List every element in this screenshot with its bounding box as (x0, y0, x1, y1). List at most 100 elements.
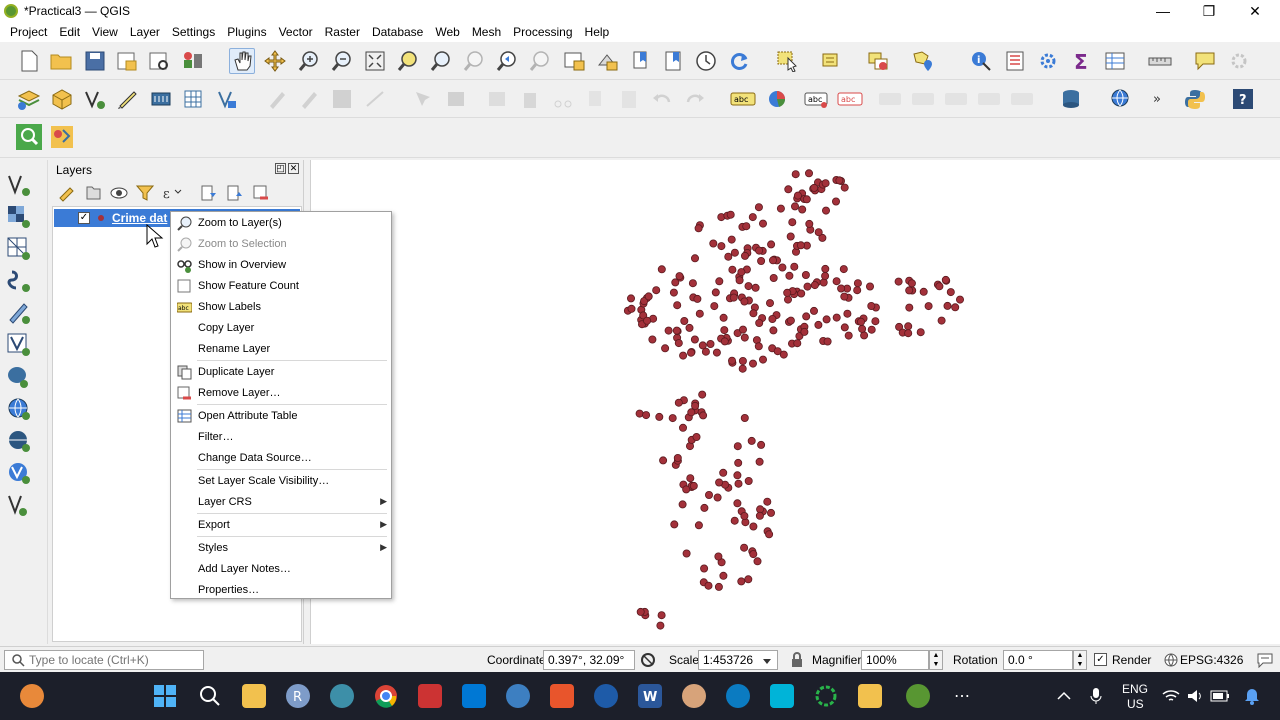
new-shapefile-layer-icon[interactable] (82, 86, 108, 112)
menu-show-labels[interactable]: abc Show Labels (171, 297, 391, 318)
menu-filter[interactable]: Filter… (171, 427, 391, 448)
menu-show-feature-count[interactable]: Show Feature Count (171, 276, 391, 297)
app-launcher-icon[interactable] (20, 684, 44, 708)
crs-button[interactable]: EPSG:4326 (1180, 653, 1243, 667)
browser-app-icon[interactable] (594, 684, 618, 708)
show-layout-manager-button[interactable] (146, 48, 172, 74)
microsoft-store-icon[interactable] (462, 684, 486, 708)
qgis-taskbar-icon[interactable] (906, 684, 930, 708)
menu-properties[interactable]: Properties… (171, 580, 391, 601)
edge-icon[interactable] (726, 684, 750, 708)
zoom-full-icon[interactable] (362, 48, 388, 74)
search-icon[interactable] (198, 684, 222, 708)
pan-to-selection-icon[interactable] (262, 48, 288, 74)
new-mesh-layer-icon[interactable] (214, 86, 240, 112)
menu-copy-layer[interactable]: Copy Layer (171, 318, 391, 339)
menu-project[interactable]: Project (4, 22, 53, 42)
new-print-layout-button[interactable] (114, 48, 140, 74)
menu-vector[interactable]: Vector (273, 22, 319, 42)
screen-app-icon[interactable] (770, 684, 794, 708)
maximize-button[interactable]: ❐ (1186, 0, 1232, 22)
add-spatialite-layer-icon[interactable] (6, 332, 32, 358)
menu-export[interactable]: Export ▶ (171, 515, 391, 536)
menu-change-data-source[interactable]: Change Data Source… (171, 448, 391, 469)
menu-web[interactable]: Web (429, 22, 465, 42)
metasearch-icon[interactable] (1108, 86, 1134, 112)
new-spatialite-layer-icon[interactable] (181, 86, 207, 112)
add-wms-layer-icon[interactable] (6, 396, 32, 422)
python-console-icon[interactable] (1182, 86, 1208, 112)
messages-icon[interactable] (1256, 652, 1274, 668)
menu-settings[interactable]: Settings (166, 22, 221, 42)
deselect-features-icon[interactable] (865, 48, 891, 74)
rotation-field[interactable]: 0.0 ° (1003, 650, 1073, 670)
lock-icon[interactable] (790, 652, 804, 668)
select-by-value-icon[interactable] (818, 48, 844, 74)
edge-news-icon[interactable] (418, 684, 442, 708)
close-button[interactable]: ✕ (1232, 0, 1278, 22)
pan-map-icon[interactable] (229, 48, 255, 74)
menu-add-layer-notes[interactable]: Add Layer Notes… (171, 559, 391, 580)
refresh-icon[interactable] (726, 48, 752, 74)
add-vector-layer-icon[interactable] (6, 172, 32, 198)
menu-rename-layer[interactable]: Rename Layer (171, 339, 391, 360)
menu-view[interactable]: View (86, 22, 124, 42)
new-spatial-bookmark-icon[interactable] (628, 48, 654, 74)
menu-remove-layer[interactable]: Remove Layer… (171, 383, 391, 404)
filter-expression-icon[interactable]: ε (162, 184, 182, 202)
notifications-bell-icon[interactable] (1244, 687, 1260, 705)
new-temporary-scratch-layer-icon[interactable] (115, 86, 141, 112)
menu-plugins[interactable]: Plugins (221, 22, 272, 42)
toggle-extents-icon[interactable] (640, 652, 656, 668)
processing-toolbox-icon[interactable] (1035, 48, 1061, 74)
language-indicator-bottom[interactable]: US (1127, 697, 1144, 711)
highlight-pinned-labels-icon[interactable]: abc (804, 86, 830, 112)
chevron-up-icon[interactable] (1056, 688, 1072, 704)
float-panel-icon[interactable]: ◰ (275, 163, 286, 174)
open-field-calculator-icon[interactable] (1002, 48, 1028, 74)
locator-bar[interactable] (4, 650, 204, 670)
save-project-button[interactable] (82, 48, 108, 74)
menu-open-attribute-table[interactable]: Open Attribute Table (171, 406, 391, 427)
globe-app-icon[interactable] (506, 684, 530, 708)
new-3d-map-view-icon[interactable] (594, 48, 620, 74)
coordinate-field[interactable]: 0.397°, 32.09° (543, 650, 635, 670)
menu-layer[interactable]: Layer (124, 22, 166, 42)
menu-layer-crs[interactable]: Layer CRS ▶ (171, 492, 391, 513)
collapse-all-icon[interactable] (226, 184, 244, 202)
identify-features-icon[interactable]: i (968, 48, 994, 74)
db-manager-icon[interactable] (1058, 86, 1084, 112)
add-group-icon[interactable] (84, 184, 102, 202)
toolbar-overflow-icon[interactable]: » (1146, 86, 1172, 112)
heatmap-plugin-icon[interactable] (49, 124, 75, 150)
menu-database[interactable]: Database (366, 22, 429, 42)
manage-map-themes-icon[interactable] (110, 184, 128, 202)
open-project-button[interactable] (48, 48, 74, 74)
zoom-in-icon[interactable] (296, 48, 322, 74)
more-apps-icon[interactable]: ⋯ (954, 686, 970, 706)
new-virtual-layer-icon[interactable] (148, 86, 174, 112)
toggle-label-display-icon[interactable]: abc (837, 86, 863, 112)
wifi-icon[interactable] (1162, 688, 1180, 704)
select-features-icon[interactable] (775, 48, 801, 74)
word-icon[interactable]: W (638, 684, 662, 708)
r-app-icon[interactable]: R (286, 684, 310, 708)
style-manager-button[interactable] (180, 48, 206, 74)
file-explorer-icon[interactable] (242, 684, 266, 708)
add-virtual-layer-icon[interactable] (6, 492, 32, 518)
help-icon[interactable]: ? (1230, 86, 1256, 112)
new-project-button[interactable] (16, 48, 42, 74)
menu-duplicate-layer[interactable]: Duplicate Layer (171, 362, 391, 383)
close-panel-icon[interactable]: ✕ (288, 163, 299, 174)
battery-icon[interactable] (1210, 689, 1230, 703)
magnifier-spinner[interactable]: ▲ ▼ (929, 650, 943, 670)
attribute-table-icon[interactable] (1102, 48, 1128, 74)
start-button-icon[interactable] (153, 684, 177, 708)
add-wfs-layer-icon[interactable] (6, 460, 32, 486)
measure-line-icon[interactable] (1147, 48, 1173, 74)
menu-set-layer-scale-visibility[interactable]: Set Layer Scale Visibility… (171, 471, 391, 492)
refresh-app-icon[interactable] (814, 684, 838, 708)
menu-zoom-to-layer[interactable]: Zoom to Layer(s) (171, 213, 391, 234)
data-source-manager-icon[interactable] (16, 86, 42, 112)
brave-icon[interactable] (550, 684, 574, 708)
